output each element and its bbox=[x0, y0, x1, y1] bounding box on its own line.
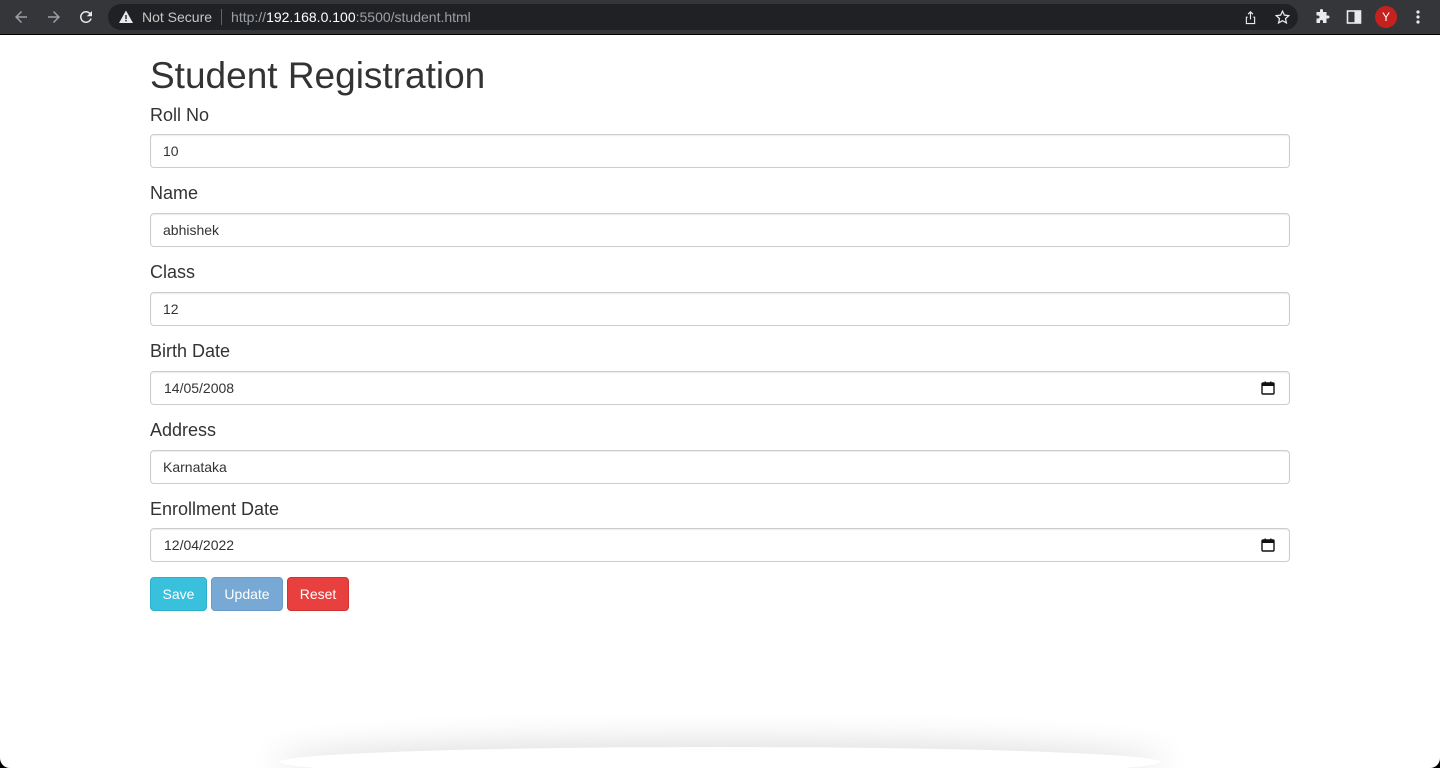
url-host: 192.168.0.100 bbox=[266, 9, 356, 25]
birth-date-label: Birth Date bbox=[150, 341, 231, 361]
name-value: abhishek bbox=[163, 222, 220, 238]
update-button[interactable]: Update bbox=[211, 577, 283, 611]
address-value: Karnataka bbox=[163, 459, 227, 475]
reset-button[interactable]: Reset bbox=[287, 577, 349, 611]
calendar-icon[interactable] bbox=[1261, 538, 1275, 552]
class-label: Class bbox=[150, 262, 196, 282]
browser-toolbar: Not Secure http://192.168.0.100:5500/stu… bbox=[0, 0, 1440, 34]
address-bar[interactable]: Not Secure http://192.168.0.100:5500/stu… bbox=[108, 4, 1298, 30]
back-arrow-icon[interactable] bbox=[9, 5, 33, 29]
roll-no-label: Roll No bbox=[150, 105, 210, 125]
menu-kebab-icon[interactable] bbox=[1408, 7, 1428, 27]
enrollment-date-label: Enrollment Date bbox=[150, 499, 280, 519]
class-input[interactable]: 12 bbox=[150, 292, 1290, 326]
security-status[interactable]: Not Secure bbox=[142, 9, 212, 25]
omnibox-divider bbox=[221, 9, 223, 25]
forward-arrow-icon[interactable] bbox=[42, 5, 66, 29]
save-button[interactable]: Save bbox=[150, 577, 207, 611]
birth-date-value: 14/05/2008 bbox=[164, 380, 235, 396]
address-input[interactable]: Karnataka bbox=[150, 450, 1290, 484]
url-text[interactable]: http://192.168.0.100:5500/student.html bbox=[231, 9, 471, 25]
extensions-icon[interactable] bbox=[1312, 7, 1332, 27]
roll-no-value: 10 bbox=[163, 143, 179, 159]
calendar-icon[interactable] bbox=[1261, 381, 1275, 395]
class-value: 12 bbox=[163, 301, 179, 317]
page-viewport: Student Registration Roll No 10 Name abh… bbox=[0, 35, 1440, 768]
page-title: Student Registration bbox=[150, 55, 486, 96]
side-panel-icon[interactable] bbox=[1344, 7, 1364, 27]
birth-date-input[interactable]: 14/05/2008 bbox=[150, 371, 1290, 405]
profile-avatar[interactable]: Y bbox=[1375, 6, 1397, 28]
url-scheme: http:// bbox=[231, 9, 267, 25]
window-shadow bbox=[280, 747, 1160, 768]
bookmark-star-icon[interactable] bbox=[1274, 9, 1290, 25]
url-path: :5500/student.html bbox=[355, 9, 471, 25]
enrollment-date-value: 12/04/2022 bbox=[164, 537, 235, 553]
enrollment-date-input[interactable]: 12/04/2022 bbox=[150, 528, 1290, 562]
share-icon[interactable] bbox=[1242, 9, 1258, 25]
name-input[interactable]: abhishek bbox=[150, 213, 1290, 247]
warning-icon bbox=[118, 9, 134, 25]
reload-icon[interactable] bbox=[74, 5, 98, 29]
name-label: Name bbox=[150, 183, 199, 203]
address-label: Address bbox=[150, 420, 217, 440]
roll-no-input[interactable]: 10 bbox=[150, 134, 1290, 168]
